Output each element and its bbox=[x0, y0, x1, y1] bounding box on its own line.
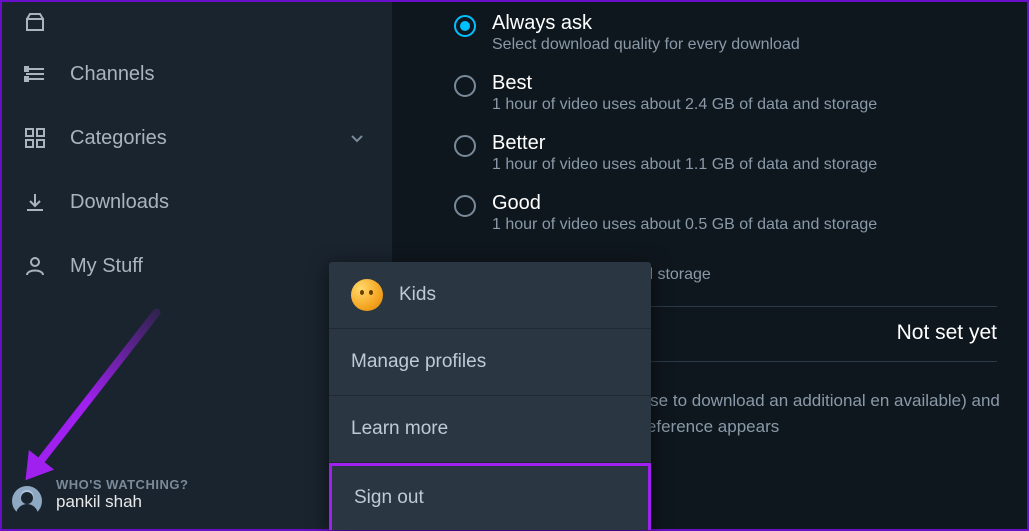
popup-item-kids[interactable]: Kids bbox=[329, 262, 651, 329]
kids-avatar-icon bbox=[351, 279, 383, 311]
radio-icon bbox=[454, 75, 476, 97]
download-icon bbox=[24, 191, 56, 213]
sidebar-item-downloads[interactable]: Downloads bbox=[2, 170, 392, 234]
option-sub: 1 hour of video uses about 1.1 GB of dat… bbox=[492, 156, 877, 174]
sidebar-item-categories[interactable]: Categories bbox=[2, 106, 392, 170]
nav-label: Categories bbox=[70, 127, 167, 150]
popup-label: Manage profiles bbox=[351, 351, 486, 373]
channels-icon bbox=[24, 63, 56, 85]
profile-popup: Kids Manage profiles Learn more Sign out bbox=[329, 262, 651, 530]
option-title: Better bbox=[492, 132, 877, 155]
avatar bbox=[12, 486, 42, 516]
popup-item-manage-profiles[interactable]: Manage profiles bbox=[329, 329, 651, 396]
nav-label: Channels bbox=[70, 63, 155, 86]
radio-icon bbox=[454, 195, 476, 217]
popup-label: Learn more bbox=[351, 418, 448, 440]
setting-value: Not set yet bbox=[897, 321, 997, 345]
categories-icon bbox=[24, 127, 56, 149]
quality-option-best[interactable]: Best 1 hour of video uses about 2.4 GB o… bbox=[454, 72, 1027, 114]
radio-icon bbox=[454, 15, 476, 37]
option-title: Always ask bbox=[492, 12, 800, 35]
option-sub: 1 hour of video uses about 2.4 GB of dat… bbox=[492, 96, 877, 114]
sidebar-item-store[interactable] bbox=[2, 2, 392, 42]
quality-option-better[interactable]: Better 1 hour of video uses about 1.1 GB… bbox=[454, 132, 1027, 174]
option-title: Best bbox=[492, 72, 877, 95]
chevron-down-icon bbox=[350, 127, 364, 150]
option-title: Good bbox=[492, 192, 877, 215]
popup-label: Kids bbox=[399, 284, 436, 306]
person-icon bbox=[24, 255, 56, 277]
popup-item-sign-out[interactable]: Sign out bbox=[329, 463, 651, 530]
store-icon bbox=[24, 11, 56, 33]
nav-label: Downloads bbox=[70, 191, 169, 214]
nav-label: My Stuff bbox=[70, 255, 143, 278]
profile-name: pankil shah bbox=[56, 492, 188, 512]
whos-watching-label: WHO'S WATCHING? bbox=[56, 477, 188, 492]
option-sub: 1 hour of video uses about 0.5 GB of dat… bbox=[492, 216, 877, 234]
popup-label: Sign out bbox=[354, 487, 424, 509]
radio-icon bbox=[454, 135, 476, 157]
quality-option-always-ask[interactable]: Always ask Select download quality for e… bbox=[454, 12, 1027, 54]
option-sub: Select download quality for every downlo… bbox=[492, 36, 800, 54]
quality-option-good[interactable]: Good 1 hour of video uses about 0.5 GB o… bbox=[454, 192, 1027, 234]
popup-item-learn-more[interactable]: Learn more bbox=[329, 396, 651, 463]
sidebar-item-channels[interactable]: Channels bbox=[2, 42, 392, 106]
